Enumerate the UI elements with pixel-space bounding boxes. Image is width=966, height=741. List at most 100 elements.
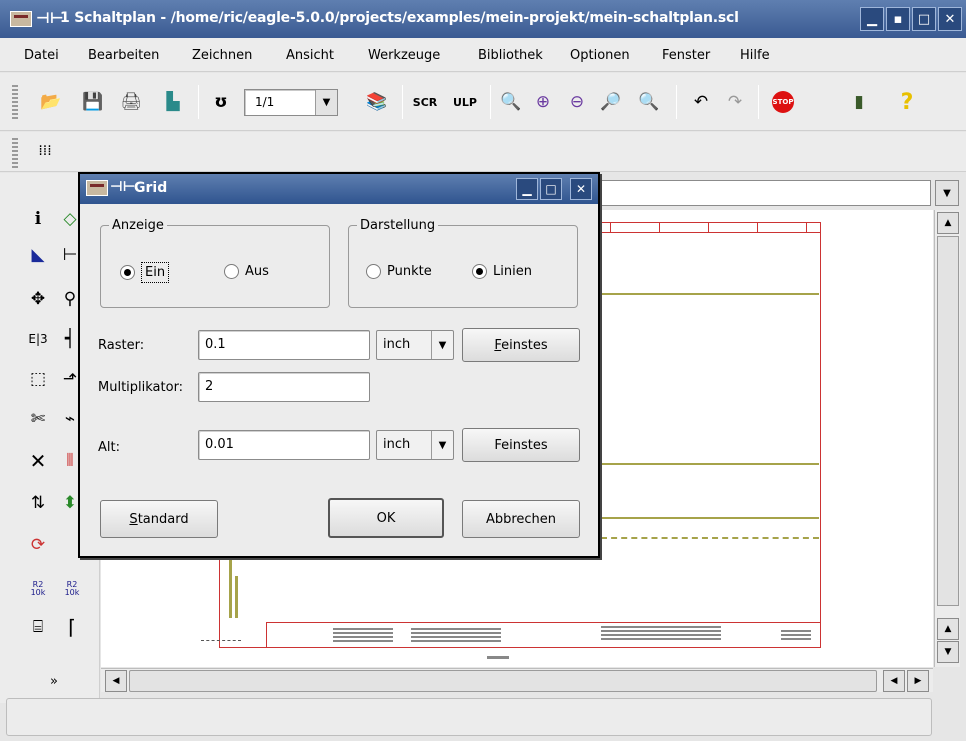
display-off-radio[interactable]: Aus [224, 264, 269, 279]
chevron-down-icon[interactable]: ▼ [431, 331, 453, 359]
zoom-select-icon[interactable]: 🔍 [636, 89, 662, 115]
menu-bearbeiten[interactable]: Bearbeiten [88, 48, 159, 63]
menu-hilfe[interactable]: Hilfe [740, 48, 770, 63]
menu-bibliothek[interactable]: Bibliothek [478, 48, 543, 63]
mirror-icon[interactable]: E|3 [26, 327, 50, 351]
alt-unit-value: inch [383, 437, 411, 452]
zoom-in-icon[interactable]: ⊕ [530, 89, 556, 115]
net-line [601, 293, 819, 295]
zoom-redraw-icon[interactable]: 🔎 [598, 89, 624, 115]
net-line [601, 517, 819, 519]
minimize-button[interactable]: ▁ [860, 7, 884, 31]
display-on-radio[interactable]: Ein [120, 262, 170, 283]
value-icon[interactable]: R2 10k [60, 577, 84, 601]
toolbar-separator [402, 85, 403, 119]
chevron-down-icon[interactable]: ▼ [431, 431, 453, 459]
command-history-dropdown[interactable]: ▼ [935, 180, 959, 206]
alt-grid-input[interactable]: 0.01 [198, 430, 370, 460]
vertical-scroll-thumb[interactable] [937, 236, 959, 606]
grid-finest-button[interactable]: Feinstes [462, 328, 580, 362]
scroll-left-icon[interactable]: ◀ [883, 670, 905, 692]
main-toolbar: 📂 💾 🖨 ▙ ʊ 1/1 ▼ 📚 SCR ULP 🔍 ⊕ ⊖ 🔎 🔍 ↶ ↷ … [0, 73, 966, 131]
go-icon[interactable]: ▮ [846, 89, 872, 115]
menu-werkzeuge[interactable]: Werkzeuge [368, 48, 440, 63]
radio-off-indicator [366, 264, 381, 279]
save-icon[interactable]: 💾 [80, 89, 106, 115]
scroll-up-icon[interactable]: ▲ [937, 212, 959, 234]
smash-icon[interactable]: ⌸ [26, 615, 50, 639]
more-icon[interactable]: » [42, 669, 66, 693]
move-icon[interactable]: ✥ [26, 287, 50, 311]
menu-ansicht[interactable]: Ansicht [286, 48, 334, 63]
print-icon[interactable]: 🖨 [118, 89, 144, 115]
scroll-right-icon[interactable]: ▶ [907, 670, 929, 692]
open-icon[interactable]: 📂 [38, 89, 64, 115]
stop-icon[interactable]: STOP [770, 89, 796, 115]
board-icon[interactable]: ▙ [160, 89, 186, 115]
status-bar [6, 698, 932, 736]
grid-unit-select[interactable]: inch ▼ [376, 330, 454, 360]
dialog-close-button[interactable]: ✕ [570, 178, 592, 200]
miter-icon[interactable]: ⌈ [60, 615, 84, 639]
standard-label: Standard [129, 511, 189, 527]
zoom-fit-icon[interactable]: 🔍 [498, 89, 524, 115]
window-title: 1 Schaltplan - /home/ric/eagle-5.0.0/pro… [60, 10, 739, 26]
maximize-button[interactable]: □ [912, 7, 936, 31]
toolbar-grip[interactable] [12, 85, 18, 121]
horizontal-scrollbar[interactable]: ◀ ◀ ▶ [101, 668, 933, 692]
zoom-out-icon[interactable]: ⊖ [564, 89, 590, 115]
bus-line [229, 556, 232, 618]
scroll-left-icon[interactable]: ◀ [105, 670, 127, 692]
shade-button[interactable]: ▪ [886, 7, 910, 31]
window-titlebar[interactable]: ⊣⊢ 1 Schaltplan - /home/ric/eagle-5.0.0/… [0, 0, 966, 38]
sheet-select[interactable]: 1/1 ▼ [244, 89, 338, 116]
net-line [601, 463, 819, 465]
multiplier-input[interactable]: 2 [198, 372, 370, 402]
pin-icon: ⊣⊢ [110, 179, 136, 195]
replace-icon[interactable]: ⟳ [26, 533, 50, 557]
vertical-scrollbar[interactable]: ▲ ▲ ▼ [934, 210, 960, 667]
toolbar-grip[interactable] [12, 138, 18, 168]
alt-unit-select[interactable]: inch ▼ [376, 430, 454, 460]
title-block-text [781, 630, 811, 640]
close-button[interactable]: ✕ [938, 7, 962, 31]
chevron-down-icon[interactable]: ▼ [315, 90, 337, 115]
horizontal-scroll-thumb[interactable] [129, 670, 877, 692]
alt-finest-button[interactable]: Feinstes [462, 428, 580, 462]
pinswap-icon[interactable]: ⇅ [26, 491, 50, 515]
help-icon[interactable]: ? [894, 89, 920, 115]
standard-button[interactable]: Standard [100, 500, 218, 538]
cut-icon[interactable]: ✄ [26, 407, 50, 431]
library-icon[interactable]: 📚 [364, 89, 390, 115]
sheet-value: 1/1 [255, 95, 275, 109]
cancel-button[interactable]: Abbrechen [462, 500, 580, 538]
title-block-text [333, 628, 393, 642]
menu-optionen[interactable]: Optionen [570, 48, 630, 63]
use-icon[interactable]: ʊ [208, 89, 234, 115]
dialog-maximize-button[interactable]: □ [540, 178, 562, 200]
grid-icon[interactable]: ⁞⁞⁞ [32, 138, 58, 164]
dialog-minimize-button[interactable]: ▁ [516, 178, 538, 200]
grid-size-input[interactable]: 0.1 [198, 330, 370, 360]
ulp-icon[interactable]: ULP [452, 89, 478, 115]
menu-fenster[interactable]: Fenster [662, 48, 710, 63]
ok-button[interactable]: OK [328, 498, 444, 538]
name-icon[interactable]: R2 10k [26, 577, 50, 601]
grid-unit-value: inch [383, 337, 411, 352]
style-lines-radio[interactable]: Linien [472, 264, 532, 279]
toolbar-separator [758, 85, 759, 119]
display-icon[interactable]: ◣ [26, 243, 50, 267]
style-dots-radio[interactable]: Punkte [366, 264, 432, 279]
script-icon[interactable]: SCR [412, 89, 438, 115]
scroll-up-icon[interactable]: ▲ [937, 618, 959, 640]
info-icon[interactable]: i [26, 207, 50, 231]
scroll-down-icon[interactable]: ▼ [937, 641, 959, 663]
undo-icon[interactable]: ↶ [688, 89, 714, 115]
group-icon[interactable]: ⬚ [26, 367, 50, 391]
redo-icon[interactable]: ↷ [722, 89, 748, 115]
menu-datei[interactable]: Datei [24, 48, 59, 63]
delete-icon[interactable]: ✕ [26, 449, 50, 473]
menu-zeichnen[interactable]: Zeichnen [192, 48, 252, 63]
dialog-titlebar[interactable]: ⊣⊢ Grid ▁ □ ✕ [80, 174, 598, 204]
title-block-text [411, 628, 501, 642]
